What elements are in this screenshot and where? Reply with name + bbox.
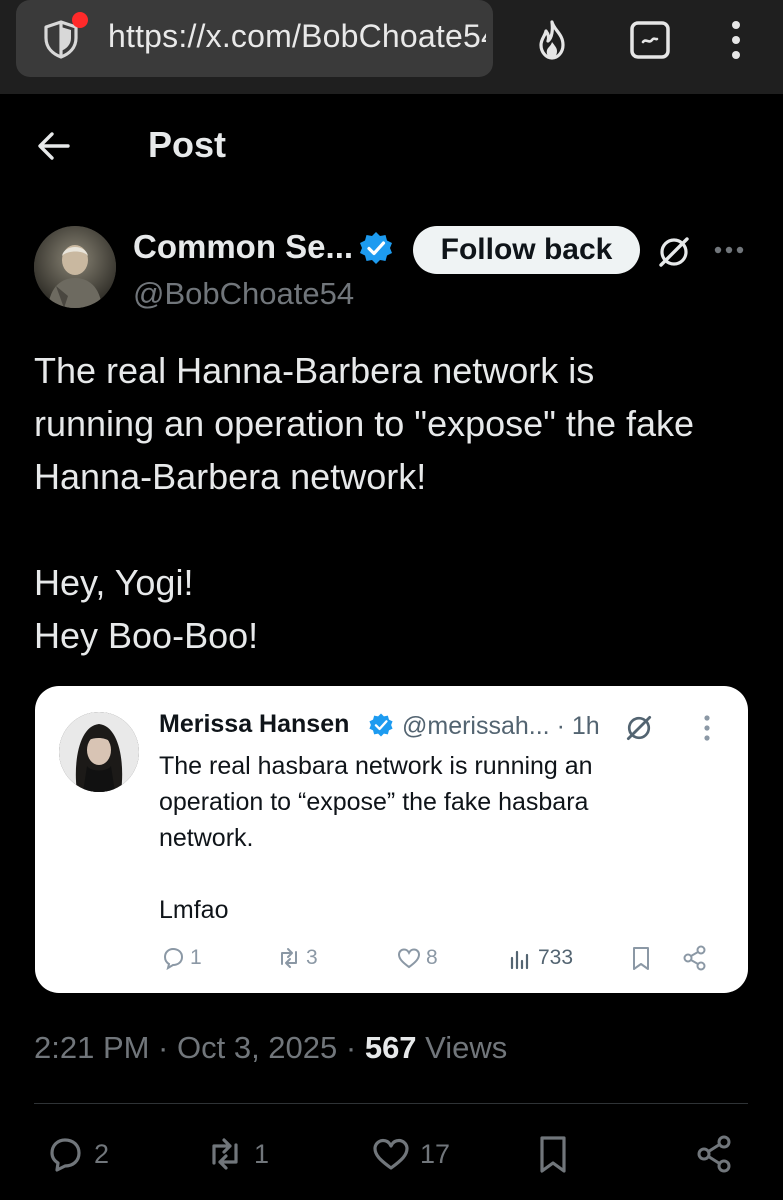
fire-icon[interactable] <box>530 18 574 62</box>
heart-icon <box>373 1138 409 1170</box>
quote-reply-count: 1 <box>190 946 202 969</box>
post-text: The real Hanna-Barbera network is runnin… <box>34 350 695 656</box>
heart-icon <box>397 948 421 969</box>
quote-more-icon[interactable] <box>701 714 713 742</box>
author-handle[interactable]: @BobChoate54 <box>133 276 354 312</box>
reply-count: 2 <box>94 1138 110 1169</box>
quote-repost-count: 3 <box>306 946 318 969</box>
repost-button[interactable]: 1 <box>204 1132 269 1176</box>
author-avatar[interactable] <box>34 226 116 308</box>
quoted-post-card[interactable]: Merissa Hansen @merissah... · 1h The rea… <box>35 686 748 993</box>
bookmark-icon <box>540 1136 566 1173</box>
views-icon <box>510 950 529 970</box>
repost-icon <box>212 1138 238 1170</box>
menu-icon[interactable] <box>714 18 758 62</box>
quote-views-button[interactable]: 733 <box>507 944 573 972</box>
back-arrow-icon[interactable] <box>36 128 72 164</box>
quote-author-handle[interactable]: @merissah... · 1h <box>402 712 600 741</box>
alert-dot <box>72 12 88 28</box>
quote-text: The real hasbara network is running an o… <box>159 752 593 924</box>
reply-button[interactable]: 2 <box>44 1132 109 1176</box>
quote-view-count: 733 <box>538 946 574 969</box>
like-button[interactable]: 17 <box>370 1132 450 1176</box>
share-icon <box>683 945 706 971</box>
follow-back-button[interactable]: Follow back <box>413 226 640 274</box>
post-time: 2:21 PM · Oct 3, 2025 · <box>34 1030 365 1065</box>
divider <box>34 1103 748 1104</box>
post-timestamp: 2:21 PM · Oct 3, 2025 · 567 Views <box>34 1030 507 1066</box>
quote-verified-badge-icon <box>369 713 393 737</box>
tab-switcher-icon[interactable] <box>628 18 672 62</box>
quote-like-count: 8 <box>426 946 438 969</box>
quote-handle-text: @merissah... <box>402 712 550 740</box>
bookmark-icon <box>633 947 649 970</box>
repost-count: 1 <box>254 1138 270 1169</box>
like-count: 17 <box>420 1138 451 1169</box>
quote-time: · 1h <box>556 712 600 740</box>
share-icon <box>697 1135 731 1173</box>
address-bar[interactable]: https://x.com/BobChoate54 <box>16 0 493 77</box>
quote-bookmark-button[interactable] <box>627 944 655 972</box>
bookmark-button[interactable] <box>532 1132 574 1176</box>
quote-like-button[interactable]: 8 <box>395 944 438 972</box>
quote-grok-icon[interactable] <box>623 712 655 744</box>
repost-icon <box>281 948 297 968</box>
grok-icon[interactable] <box>656 234 692 270</box>
post-views-label: Views <box>416 1030 508 1065</box>
reply-icon <box>50 1138 81 1172</box>
quote-author-avatar[interactable] <box>59 712 139 792</box>
more-options-icon[interactable] <box>710 236 748 264</box>
page-title: Post <box>148 124 227 165</box>
quote-repost-button[interactable]: 3 <box>275 944 318 972</box>
quote-reply-button[interactable]: 1 <box>159 944 202 972</box>
quote-author-name[interactable]: Merissa Hansen <box>159 710 349 739</box>
share-button[interactable] <box>694 1132 736 1176</box>
post-views-count: 567 <box>364 1030 417 1065</box>
reply-icon <box>163 947 184 971</box>
quote-share-button[interactable] <box>681 944 709 972</box>
url-text[interactable]: https://x.com/BobChoate54 <box>108 18 486 62</box>
browser-toolbar: https://x.com/BobChoate54 <box>0 0 783 94</box>
verified-badge-icon <box>360 232 392 264</box>
author-name[interactable]: Common Se... <box>133 228 353 266</box>
